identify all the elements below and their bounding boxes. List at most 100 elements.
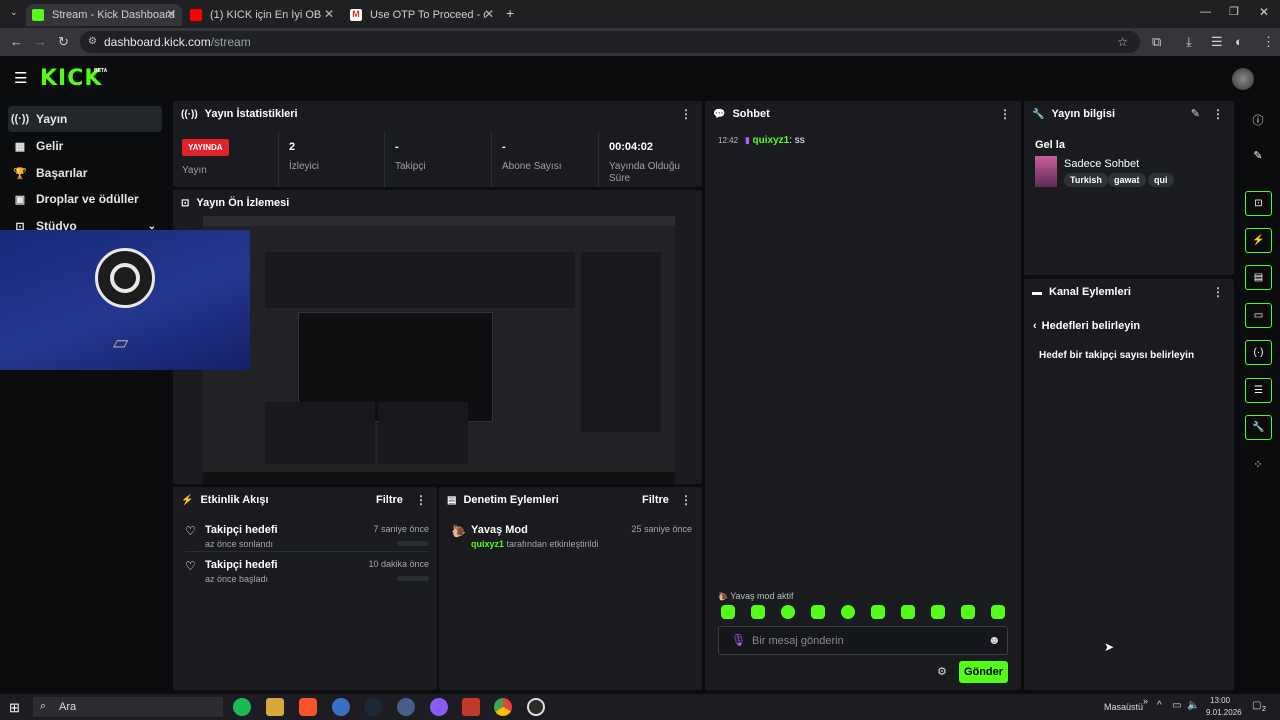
- url-host: dashboard.kick.com: [104, 35, 211, 49]
- app-icon[interactable]: [266, 698, 284, 716]
- layout-icon[interactable]: ⁘: [1248, 458, 1268, 471]
- emote-icon[interactable]: [841, 605, 855, 619]
- network-icon[interactable]: ▭: [1172, 700, 1181, 711]
- edit-icon[interactable]: ✎: [1248, 149, 1268, 162]
- more-options-icon[interactable]: ⋮: [1212, 107, 1224, 121]
- sidebar-item-droplar[interactable]: ▣ Droplar ve ödüller: [8, 186, 162, 212]
- clock-date[interactable]: 9.01.2026: [1206, 708, 1242, 717]
- sidebar-item-gelir[interactable]: ▦ Gelir: [8, 133, 162, 159]
- channel-actions-toggle-button[interactable]: ☰: [1245, 378, 1272, 403]
- extensions-icon[interactable]: ⧉: [1152, 34, 1161, 50]
- tray-arrow-icon[interactable]: ^: [1157, 700, 1162, 711]
- profile-icon[interactable]: ◐: [1235, 34, 1243, 49]
- notification-icon[interactable]: ▢: [1252, 700, 1261, 711]
- volume-icon[interactable]: 🔈: [1187, 700, 1199, 711]
- url-field[interactable]: ⚙ dashboard.kick.com/stream ☆: [80, 31, 1140, 53]
- app-icon[interactable]: [332, 698, 350, 716]
- taskbar-search[interactable]: ⌕ Ara: [33, 697, 223, 717]
- close-icon[interactable]: ✕: [484, 7, 494, 21]
- moderator-name[interactable]: quixyz1: [471, 539, 504, 549]
- chat-toggle-button[interactable]: ▭: [1245, 303, 1272, 328]
- stream-info-toggle-button[interactable]: 🔧: [1245, 415, 1272, 440]
- clock-time[interactable]: 13:00: [1210, 696, 1230, 705]
- spotify-icon[interactable]: [233, 698, 251, 716]
- stats-toggle-button[interactable]: (·): [1245, 340, 1272, 365]
- emoji-icon[interactable]: ☻: [988, 633, 1001, 647]
- minimize-icon[interactable]: —: [1200, 6, 1211, 18]
- hamburger-menu-icon[interactable]: ☰: [14, 69, 27, 87]
- moderation-toggle-button[interactable]: ▤: [1245, 265, 1272, 290]
- snail-icon: 🐌: [451, 524, 466, 538]
- close-icon[interactable]: ✕: [324, 7, 334, 21]
- app-icon[interactable]: [397, 698, 415, 716]
- back-icon[interactable]: ←: [10, 34, 23, 49]
- browser-menu-icon[interactable]: ⋮: [1262, 34, 1275, 50]
- stat-value: -: [395, 141, 399, 153]
- emote-icon[interactable]: [991, 605, 1005, 619]
- chat-input[interactable]: 🎙 Bir mesaj gönderin ☻: [718, 626, 1008, 655]
- tab-gmail[interactable]: M Use OTP To Proceed - quixyz20 ✕: [344, 4, 500, 26]
- category-name[interactable]: Sadece Sohbet: [1064, 158, 1139, 170]
- media-icon[interactable]: ☰: [1211, 34, 1223, 50]
- app-icon[interactable]: [430, 698, 448, 716]
- avatar[interactable]: [1232, 68, 1254, 90]
- send-button[interactable]: Gönder: [959, 661, 1008, 683]
- wrench-icon: 🔧: [1032, 108, 1045, 120]
- maximize-icon[interactable]: ❐: [1229, 5, 1239, 18]
- new-tab-icon[interactable]: +: [506, 5, 514, 21]
- tag-pill[interactable]: gawat: [1108, 173, 1146, 187]
- emote-icon[interactable]: [721, 605, 735, 619]
- info-icon[interactable]: ⓘ: [1248, 112, 1268, 128]
- preview-icon: ⊡: [181, 197, 190, 209]
- more-options-icon[interactable]: ⋮: [999, 107, 1011, 121]
- goal-option[interactable]: Hedef bir takipçi sayısı belirleyin: [1039, 350, 1194, 361]
- back-button[interactable]: ‹ Hedefleri belirleyin: [1033, 320, 1140, 332]
- reload-icon[interactable]: ↻: [58, 34, 69, 50]
- search-placeholder: Ara: [59, 701, 77, 713]
- obs-icon[interactable]: [527, 698, 545, 716]
- tab-youtube[interactable]: (1) KICK için En İyi OBS Yayın Ay ✕: [184, 4, 340, 26]
- tag-pill[interactable]: Turkish: [1064, 173, 1108, 187]
- message-username[interactable]: quixyz1: [753, 135, 790, 146]
- more-options-icon[interactable]: ⋮: [415, 493, 427, 507]
- chevron-double-icon[interactable]: »: [1143, 696, 1148, 706]
- emote-icon[interactable]: [961, 605, 975, 619]
- edit-icon[interactable]: ✎: [1191, 107, 1200, 120]
- sidebar-item-yayin[interactable]: ((·)) Yayın: [8, 106, 162, 132]
- tab-kick-dashboard[interactable]: Stream - Kick Dashboard ✕: [26, 4, 182, 26]
- window-close-icon[interactable]: ✕: [1259, 5, 1269, 19]
- close-icon[interactable]: ✕: [166, 7, 176, 21]
- emote-icon[interactable]: [931, 605, 945, 619]
- preview-video[interactable]: [203, 216, 675, 484]
- brave-icon[interactable]: [299, 698, 317, 716]
- chrome-icon[interactable]: [494, 698, 512, 716]
- forward-icon[interactable]: →: [34, 34, 47, 49]
- preview-toggle-button[interactable]: ⊡: [1245, 191, 1272, 216]
- desktop-label[interactable]: Masaüstü: [1104, 702, 1143, 712]
- more-options-icon[interactable]: ⋮: [680, 493, 692, 507]
- download-icon[interactable]: ⤓: [1186, 34, 1192, 50]
- emote-icon[interactable]: [901, 605, 915, 619]
- more-options-icon[interactable]: ⋮: [1212, 285, 1224, 299]
- bookmark-star-icon[interactable]: ☆: [1117, 31, 1128, 53]
- microphone-icon[interactable]: 🎙: [731, 633, 746, 647]
- emote-icon[interactable]: [871, 605, 885, 619]
- event-feed-toggle-button[interactable]: ⚡: [1245, 228, 1272, 253]
- sidebar-item-basarilar[interactable]: 🏆 Başarılar: [8, 160, 162, 186]
- steam-icon[interactable]: [364, 698, 382, 716]
- stat-label: Takipçi: [395, 161, 426, 172]
- windows-start-icon[interactable]: ⊞: [9, 700, 20, 716]
- tag-pill[interactable]: qui: [1148, 173, 1174, 187]
- emote-icon[interactable]: [811, 605, 825, 619]
- category-thumbnail[interactable]: [1035, 156, 1057, 187]
- settings-icon[interactable]: ⚙: [937, 665, 947, 678]
- tab-list-icon[interactable]: ⌄: [10, 7, 18, 18]
- filter-button[interactable]: Filtre: [376, 494, 403, 506]
- app-icon[interactable]: [462, 698, 480, 716]
- emote-icon[interactable]: [751, 605, 765, 619]
- emote-icon[interactable]: [781, 605, 795, 619]
- filter-button[interactable]: Filtre: [642, 494, 669, 506]
- more-options-icon[interactable]: ⋮: [680, 107, 692, 121]
- snail-icon: 🐌: [718, 592, 731, 601]
- site-info-icon[interactable]: ⚙: [88, 31, 97, 53]
